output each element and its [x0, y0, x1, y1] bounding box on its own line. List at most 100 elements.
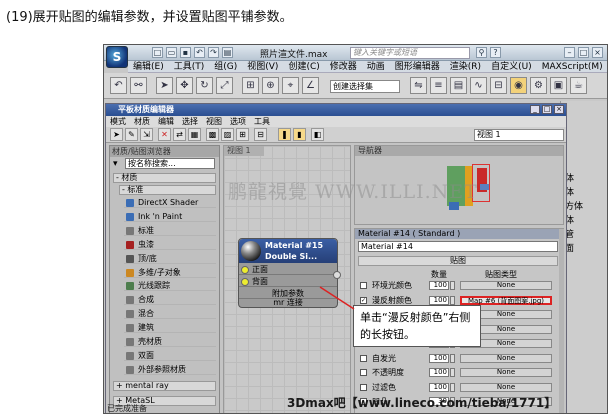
amount-spinner[interactable]: [450, 281, 455, 290]
material-type-item[interactable]: 建筑: [124, 322, 216, 334]
mirror-icon[interactable]: ⇋: [410, 77, 427, 94]
editor-menu-edit[interactable]: 编辑: [154, 116, 178, 127]
layout-icon[interactable]: ⊞: [236, 128, 249, 141]
menu-maxscript[interactable]: MAXScript(M): [537, 61, 607, 73]
map-enable-checkbox[interactable]: [360, 282, 367, 289]
pick-material-icon[interactable]: ✎: [125, 128, 138, 141]
view-tab[interactable]: 视图 1: [224, 146, 264, 156]
material-name-field[interactable]: Material #14: [358, 241, 558, 252]
navigator-icon[interactable]: ◧: [311, 128, 324, 141]
undo-tool-icon[interactable]: ↶: [110, 77, 127, 94]
material-type-item[interactable]: 混合: [124, 308, 216, 320]
align-icon[interactable]: ≡: [430, 77, 447, 94]
select-link-icon[interactable]: ⚯: [130, 77, 147, 94]
select-by-material-icon[interactable]: ▮: [293, 128, 306, 141]
render-icon[interactable]: ☕: [570, 77, 587, 94]
menu-create[interactable]: 创建(C): [283, 61, 324, 73]
undo-icon[interactable]: ↶: [194, 47, 205, 58]
menu-graph-editors[interactable]: 图形编辑器: [390, 61, 445, 73]
map-enable-checkbox[interactable]: ✓: [360, 296, 367, 304]
material-type-item[interactable]: 光线跟踪: [124, 280, 216, 292]
material-type-item[interactable]: 顶/底: [124, 253, 216, 264]
hide-unused-icon[interactable]: ▦: [188, 128, 201, 141]
material-type-item[interactable]: 外部参照材质: [124, 364, 216, 375]
maximize-icon[interactable]: □: [578, 47, 589, 58]
help-icon[interactable]: ?: [490, 47, 501, 58]
delete-icon[interactable]: ✕: [158, 128, 171, 141]
editor-menu-view[interactable]: 视图: [202, 116, 226, 127]
material-type-item[interactable]: 标准: [124, 225, 216, 236]
input-port-front[interactable]: [241, 266, 249, 274]
editor-menu-mode[interactable]: 模式: [106, 116, 130, 127]
browser-options-icon[interactable]: ▾: [113, 159, 118, 169]
menu-edit[interactable]: 编辑(E): [128, 61, 169, 73]
menu-animation[interactable]: 动画: [362, 61, 390, 73]
amount-spinner[interactable]: [450, 353, 455, 363]
map-slot-button[interactable]: None: [460, 353, 552, 363]
material-type-item[interactable]: DirectX Shader: [124, 197, 216, 208]
app-logo-icon[interactable]: S: [106, 46, 128, 68]
material-type-item[interactable]: 壳材质: [124, 336, 216, 347]
map-amount-field[interactable]: 100: [429, 368, 449, 377]
menu-modifiers[interactable]: 修改器: [325, 61, 362, 73]
amount-spinner[interactable]: [450, 382, 455, 392]
view-select-dropdown[interactable]: 视图 1: [474, 129, 564, 141]
material-editor-icon[interactable]: ◉: [510, 77, 527, 94]
material-type-item[interactable]: 双面: [124, 350, 216, 361]
open-file-icon[interactable]: ▭: [166, 47, 177, 58]
scale-icon[interactable]: ⤢: [216, 77, 233, 94]
material-type-item[interactable]: 合成: [124, 294, 216, 306]
search-icon[interactable]: ⚲: [476, 47, 487, 58]
show-background-icon[interactable]: ▨: [221, 128, 234, 141]
parameter-editor-icon[interactable]: ❚: [278, 128, 291, 141]
editor-menu-utilities[interactable]: 工具: [250, 116, 274, 127]
map-enable-checkbox[interactable]: [360, 383, 367, 391]
map-slot-button[interactable]: Map #6 (背面图案.jpg): [460, 295, 552, 305]
minimize-icon[interactable]: –: [564, 47, 575, 58]
menu-tools[interactable]: 工具(T): [169, 61, 210, 73]
editor-menu-select[interactable]: 选择: [178, 116, 202, 127]
map-slot-button[interactable]: None: [460, 382, 552, 392]
snap-icon[interactable]: ⌖: [282, 77, 299, 94]
editor-menu-material[interactable]: 材质: [130, 116, 154, 127]
reference-coord-icon[interactable]: ⊞: [242, 77, 259, 94]
render-frame-icon[interactable]: ▣: [550, 77, 567, 94]
select-object-icon[interactable]: ➤: [156, 77, 173, 94]
amount-spinner[interactable]: [450, 295, 455, 305]
map-enable-checkbox[interactable]: [360, 369, 367, 376]
render-setup-icon[interactable]: ⚙: [530, 77, 547, 94]
input-port-back[interactable]: [241, 278, 249, 286]
editor-close-icon[interactable]: ×: [554, 105, 564, 114]
material-type-item[interactable]: 虫漆: [124, 239, 216, 250]
redo-icon[interactable]: ↷: [208, 47, 219, 58]
map-amount-field[interactable]: 100: [429, 281, 449, 290]
rotate-icon[interactable]: ↻: [196, 77, 213, 94]
maps-rollout-header[interactable]: 贴图: [358, 256, 558, 266]
layout-children-icon[interactable]: ⊟: [254, 128, 267, 141]
group-materials[interactable]: - 材质: [113, 173, 216, 183]
map-slot-button[interactable]: None: [460, 368, 552, 377]
map-slot-button[interactable]: None: [460, 281, 552, 290]
close-icon[interactable]: ×: [592, 47, 603, 58]
map-amount-field[interactable]: 100: [429, 382, 449, 392]
browser-search-input[interactable]: 按名称搜索...: [125, 158, 215, 169]
menu-customize[interactable]: 自定义(U): [486, 61, 537, 73]
pivot-icon[interactable]: ⊕: [262, 77, 279, 94]
save-file-icon[interactable]: ▪: [180, 47, 191, 58]
group-mental-ray[interactable]: + mental ray: [113, 381, 216, 391]
move-children-icon[interactable]: ⇄: [173, 128, 186, 141]
new-file-icon[interactable]: □: [152, 47, 163, 58]
object-type-3[interactable]: 方体: [565, 199, 583, 212]
param-scrollbar[interactable]: [559, 229, 564, 413]
map-amount-field[interactable]: 100: [429, 353, 449, 363]
output-port[interactable]: [333, 271, 341, 279]
curve-editor-icon[interactable]: ∿: [470, 77, 487, 94]
editor-minimize-icon[interactable]: _: [530, 105, 540, 114]
show-map-icon[interactable]: ▩: [206, 128, 219, 141]
group-standard[interactable]: - 标准: [119, 185, 216, 195]
editor-maximize-icon[interactable]: □: [542, 105, 552, 114]
assign-material-icon[interactable]: ⇲: [140, 128, 153, 141]
menu-rendering[interactable]: 渲染(R): [445, 61, 486, 73]
node-slot-front[interactable]: 正面: [239, 264, 337, 275]
editor-menu-options[interactable]: 选项: [226, 116, 250, 127]
